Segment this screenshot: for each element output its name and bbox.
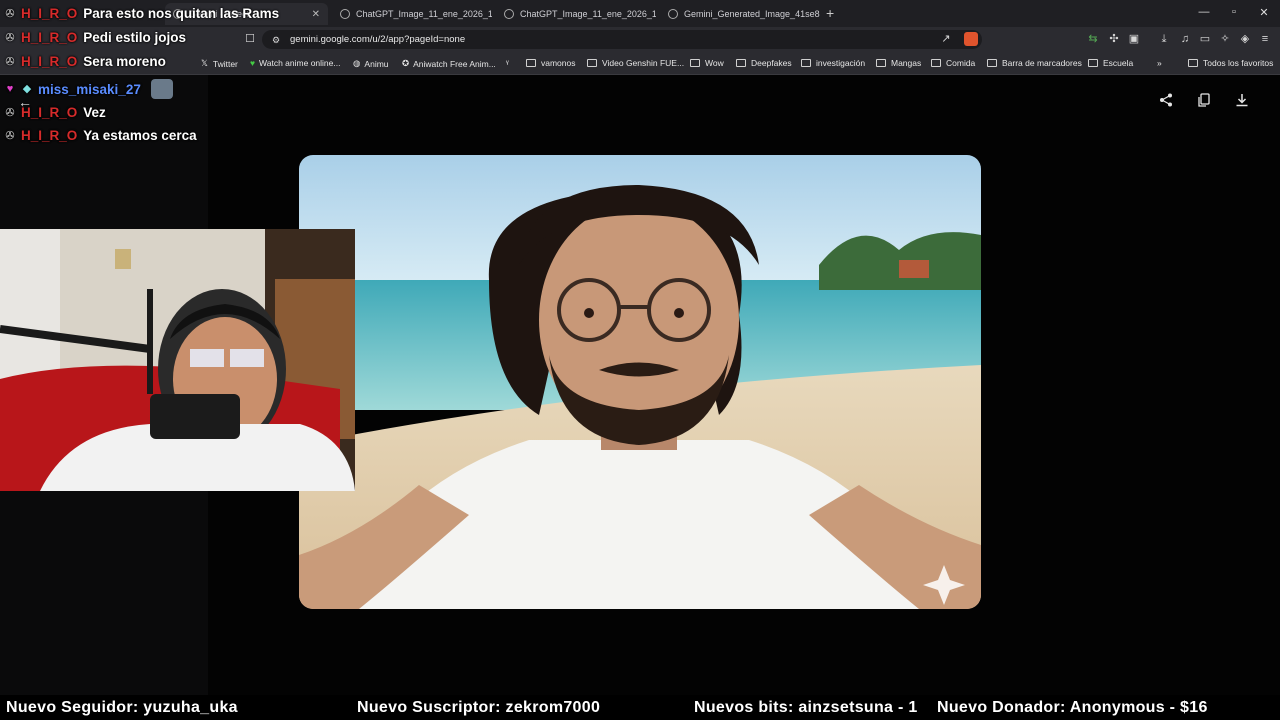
image-favicon-icon: [668, 9, 678, 19]
minimize-icon[interactable]: —: [1194, 6, 1214, 18]
new-follower-alert: Nuevo Seguidor: yuzuha_uka: [6, 699, 238, 716]
bookmark-mangas[interactable]: Mangas: [876, 58, 921, 68]
music-icon[interactable]: ♫: [1179, 33, 1191, 45]
extensions-icon[interactable]: ✣: [1108, 33, 1120, 45]
folder-icon: [1188, 59, 1198, 67]
folder-icon: [931, 59, 941, 67]
folder-icon: [736, 59, 746, 67]
bookmark-wow[interactable]: Wow: [690, 58, 724, 68]
chat-badge-icon: ✇: [5, 31, 15, 44]
x-logo-icon: 𝕏: [201, 58, 208, 68]
webcam-overlay: [0, 229, 355, 491]
ai-icon[interactable]: ✧: [1219, 33, 1231, 45]
bookmark-animu[interactable]: ◍ Animu: [353, 58, 389, 69]
more-bookmarks-icon[interactable]: »: [1157, 58, 1162, 68]
heart-badge-icon: ♥: [6, 83, 14, 95]
chat-badge-icon: ✇: [5, 7, 15, 20]
bookmark-vamonos[interactable]: vamonos: [526, 58, 576, 68]
folder-icon: [876, 59, 886, 67]
chat-message: ♥ ◆ miss_misaki_27: [4, 79, 173, 99]
tab-title: ChatGPT_Image_11_ene_2026_18_58: [520, 9, 656, 19]
tab-chatgpt-image-1[interactable]: ChatGPT_Image_11_ene_2026_18_58: [332, 3, 492, 25]
download-image-icon[interactable]: [1235, 93, 1249, 110]
vpn-icon[interactable]: ⇆: [1087, 33, 1099, 45]
all-bookmarks[interactable]: Todos los favoritos: [1188, 58, 1273, 68]
chat-message: ✇ H_I_R_O Pedi estilo jojos: [5, 30, 187, 45]
menu-icon[interactable]: ≡: [1259, 33, 1271, 45]
aniwatch-icon: ✪: [402, 58, 410, 68]
bookmark-escuela[interactable]: Escuela: [1088, 58, 1133, 68]
heart-icon: ♥: [250, 58, 256, 68]
bookmark-twitter[interactable]: 𝕏 Twitter: [201, 58, 238, 69]
bookmark-barra-de-marcadores[interactable]: Barra de marcadores: [987, 58, 1082, 68]
tab-chatgpt-image-2[interactable]: ChatGPT_Image_11_ene_2026_18_58: [496, 3, 656, 25]
folder-icon: [526, 59, 536, 67]
sidebar-icon[interactable]: ▣: [1128, 33, 1140, 45]
copy-icon[interactable]: [1197, 93, 1211, 110]
share-page-icon[interactable]: ↗: [940, 33, 952, 45]
tab-gemini-image[interactable]: Gemini_Generated_Image_41se8841: [660, 3, 820, 25]
bookmark-video-genshin[interactable]: Video Genshin FUE...: [587, 58, 684, 68]
folder-icon: [987, 59, 997, 67]
brave-shield-icon[interactable]: [964, 32, 978, 46]
new-subscriber-alert: Nuevo Suscriptor: zekrom7000: [357, 699, 601, 716]
generated-image: [299, 155, 981, 609]
globe-icon: ◍: [353, 58, 361, 68]
bookmark-unknown[interactable]: ᵞ: [506, 58, 509, 68]
bookmark-icon: ᵞ: [506, 58, 509, 68]
window-close-icon[interactable]: ✕: [1254, 6, 1274, 19]
tab-title: Gemini_Generated_Image_41se8841: [684, 9, 820, 19]
download-icon[interactable]: ⤓: [1158, 33, 1170, 45]
bookmark-comida[interactable]: Comida: [931, 58, 975, 68]
chat-message: ✇ H_I_R_O Sera moreno: [5, 54, 166, 69]
wallet-icon[interactable]: ▭: [1199, 33, 1211, 45]
new-donor-alert: Nuevo Donador: Anonymous - $16: [937, 699, 1208, 716]
chat-message: ✇ H_I_R_O Ya estamos cerca: [5, 128, 197, 143]
chat-message: ✇ H_I_R_O Para esto nos quitan las Rams: [5, 6, 280, 21]
folder-icon: [801, 59, 811, 67]
gem-badge-icon: ◆: [22, 83, 32, 95]
folder-icon: [587, 59, 597, 67]
bookmark-deepfakes[interactable]: Deepfakes: [736, 58, 792, 68]
image-favicon-icon: [504, 9, 514, 19]
new-bits-alert: Nuevos bits: ainzsetsuna - 1: [694, 699, 918, 716]
close-icon[interactable]: ✕: [306, 9, 320, 20]
chat-message: ✇ H_I_R_O Vez: [5, 105, 106, 120]
new-tab-icon[interactable]: +: [826, 5, 834, 21]
share-icon[interactable]: [1159, 93, 1173, 110]
bookmark-star-icon[interactable]: ☐: [244, 33, 256, 45]
url-text: gemini.google.com/u/2/app?pageId=none: [290, 34, 466, 45]
chat-badge-icon: ✇: [5, 55, 15, 68]
maximize-icon[interactable]: ▫: [1224, 6, 1244, 18]
bookmark-aniwatch[interactable]: ✪ Aniwatch Free Anim...: [402, 58, 496, 69]
folder-icon: [1088, 59, 1098, 67]
bookmark-investigacion[interactable]: investigación: [801, 58, 865, 68]
image-favicon-icon: [340, 9, 350, 19]
site-settings-icon[interactable]: ⚙: [270, 34, 282, 46]
emote-icon: [150, 79, 173, 99]
shield-icon[interactable]: ◈: [1239, 33, 1251, 45]
folder-icon: [690, 59, 700, 67]
tab-title: ChatGPT_Image_11_ene_2026_18_58: [356, 9, 492, 19]
chat-badge-icon: ✇: [5, 106, 15, 119]
bookmark-watch-anime[interactable]: ♥ Watch anime online...: [250, 58, 340, 68]
chat-badge-icon: ✇: [5, 129, 15, 142]
